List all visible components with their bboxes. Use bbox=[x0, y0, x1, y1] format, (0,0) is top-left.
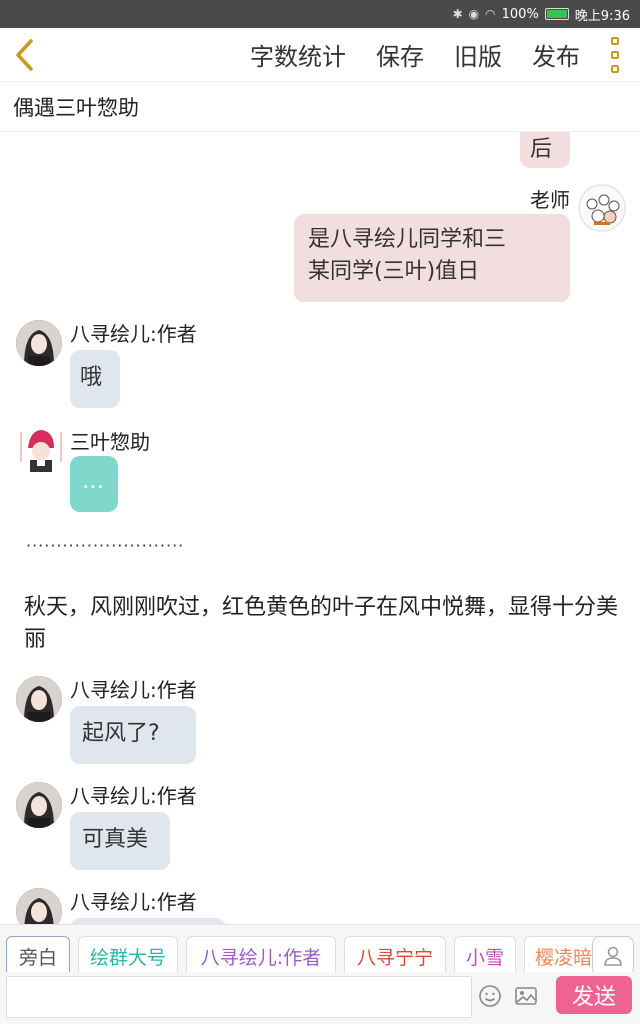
back-button[interactable] bbox=[0, 28, 48, 82]
separator-dots: ·························· bbox=[26, 536, 185, 555]
speaker-name-teacher: 老师 bbox=[530, 188, 570, 212]
narration-text: 秋天，风刚刚吹过，红色黄色的叶子在风中悦舞，显得十分美丽 bbox=[24, 595, 619, 652]
avatar-eri[interactable] bbox=[16, 782, 62, 828]
speaker-name-mitsuba: 三叶惣助 bbox=[70, 430, 150, 454]
message-text: 是八寻绘儿同学和三 bbox=[308, 227, 507, 252]
user-icon bbox=[604, 946, 622, 966]
more-menu-icon[interactable] bbox=[598, 28, 632, 82]
role-button[interactable]: 八寻绘儿:作者 bbox=[186, 936, 336, 972]
speaker-name-eri: 八寻绘儿:作者 bbox=[70, 678, 197, 702]
chat-feed[interactable]: 后 老师 是八寻绘儿同学和三 某同学(三叶)值日 八寻绘儿:作者 哦 三叶惣助 … bbox=[0, 132, 640, 924]
role-label: 八寻宁宁 bbox=[356, 946, 433, 969]
message-bubble-mitsuba: … bbox=[70, 456, 118, 512]
role-selector: 旁白 绘群大号 八寻绘儿:作者 八寻宁宁 小雪 樱凌暗 bbox=[0, 924, 640, 972]
speaker-name-eri: 八寻绘儿:作者 bbox=[70, 784, 197, 808]
avatar-mitsuba[interactable] bbox=[20, 426, 62, 472]
image-icon[interactable] bbox=[514, 984, 538, 1008]
input-bar: 发送 bbox=[0, 972, 640, 1024]
role-manage-button[interactable] bbox=[592, 936, 634, 972]
eye-icon: ◉ bbox=[468, 7, 480, 21]
role-button[interactable]: 八寻宁宁 bbox=[344, 936, 446, 972]
speaker-name-eri: 八寻绘儿:作者 bbox=[70, 322, 197, 346]
message-text: 某同学(三叶)值日 bbox=[308, 259, 480, 284]
role-button[interactable]: 小雪 bbox=[454, 936, 516, 972]
avatar-eri[interactable] bbox=[16, 320, 62, 366]
role-label: 樱凌暗 bbox=[535, 946, 593, 969]
status-bar: ✱ ◉ ◠ 100% 晚上9:36 bbox=[0, 0, 640, 28]
avatar-eri[interactable] bbox=[16, 888, 62, 924]
role-narrator-button[interactable]: 旁白 bbox=[6, 936, 70, 972]
chevron-left-icon bbox=[16, 38, 33, 71]
avatar-teacher[interactable] bbox=[578, 184, 626, 232]
story-title: 偶遇三叶惣助 bbox=[0, 82, 640, 132]
message-bubble: 后 bbox=[520, 132, 570, 168]
bluetooth-icon: ✱ bbox=[452, 7, 463, 21]
send-button[interactable]: 发送 bbox=[556, 976, 632, 1014]
battery-icon bbox=[544, 8, 569, 20]
message-text: 起风了? bbox=[82, 721, 160, 746]
role-button[interactable]: 绘群大号 bbox=[78, 936, 178, 972]
role-label: 小雪 bbox=[465, 946, 504, 969]
avatar-eri[interactable] bbox=[16, 676, 62, 722]
message-text: 可真美 bbox=[82, 827, 149, 852]
save-button[interactable]: 保存 bbox=[376, 37, 424, 72]
message-text: 后 bbox=[530, 137, 553, 162]
role-label: 绘群大号 bbox=[89, 946, 166, 969]
wifi-icon: ◠ bbox=[485, 7, 496, 21]
message-bubble-eri: 起风了? bbox=[70, 706, 196, 764]
top-toolbar: 字数统计 保存 旧版 发布 bbox=[0, 28, 640, 82]
publish-button[interactable]: 发布 bbox=[532, 37, 580, 72]
battery-percent: 100% bbox=[501, 6, 539, 22]
old-version-button[interactable]: 旧版 bbox=[454, 37, 502, 72]
clock: 晚上9:36 bbox=[574, 8, 630, 24]
role-label: 八寻绘儿:作者 bbox=[200, 946, 322, 969]
message-input[interactable] bbox=[6, 976, 472, 1018]
message-bubble-eri: 哦 bbox=[70, 350, 120, 408]
message-text: 哦 bbox=[80, 365, 103, 390]
word-count-button[interactable]: 字数统计 bbox=[250, 37, 346, 72]
message-bubble-teacher: 是八寻绘儿同学和三 某同学(三叶)值日 bbox=[294, 214, 570, 302]
message-text: … bbox=[82, 469, 104, 494]
message-bubble-eri: 可真美 bbox=[70, 812, 170, 870]
toolbar-menu: 字数统计 保存 旧版 发布 bbox=[48, 37, 598, 72]
role-label: 旁白 bbox=[18, 946, 57, 969]
speaker-name-eri: 八寻绘儿:作者 bbox=[70, 890, 197, 914]
smile-icon[interactable] bbox=[478, 984, 502, 1008]
